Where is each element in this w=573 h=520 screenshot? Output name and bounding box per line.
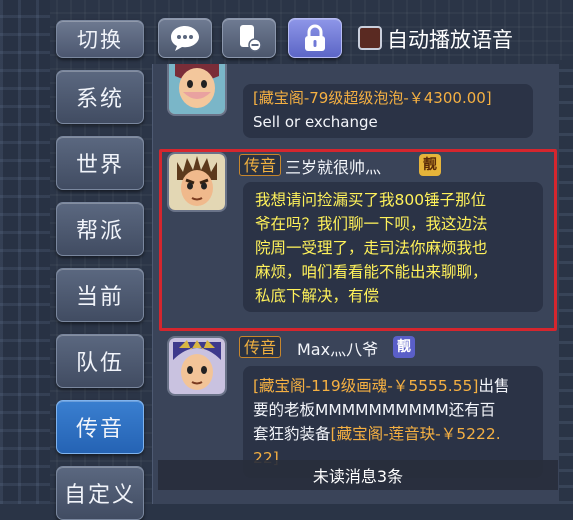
tab-guild[interactable]: 帮派 bbox=[56, 202, 144, 256]
item-link[interactable]: [藏宝阁-119级画魂-￥5555.55] bbox=[253, 377, 478, 395]
tab-custom[interactable]: 自定义 bbox=[56, 466, 144, 520]
chat-bubble-button[interactable] bbox=[158, 18, 212, 58]
item-link[interactable]: [藏宝阁-79级超级泡泡-￥4300.00] bbox=[253, 86, 523, 110]
clear-screen-button[interactable] bbox=[222, 18, 276, 58]
pretty-number-badge: 靓 bbox=[393, 336, 415, 358]
message-text: 出售 bbox=[478, 377, 510, 395]
avatar[interactable] bbox=[167, 64, 227, 116]
message-text: 套狂豹装备 bbox=[253, 425, 331, 443]
whisper-tag: 传音 bbox=[239, 336, 282, 358]
auto-play-voice-checkbox[interactable] bbox=[358, 26, 382, 50]
tab-system[interactable]: 系统 bbox=[56, 70, 144, 124]
tab-whisper[interactable]: 传音 bbox=[56, 400, 144, 454]
tab-switch[interactable]: 切换 bbox=[56, 20, 144, 58]
avatar[interactable] bbox=[167, 336, 227, 396]
lock-icon bbox=[305, 24, 325, 51]
tab-team[interactable]: 队伍 bbox=[56, 334, 144, 388]
unread-messages-bar[interactable]: 未读消息3条 bbox=[158, 460, 558, 490]
lock-scroll-button[interactable] bbox=[288, 18, 342, 58]
message-text: Sell or exchange bbox=[253, 113, 378, 131]
tab-world[interactable]: 世界 bbox=[56, 136, 144, 190]
clear-document-icon bbox=[240, 25, 262, 52]
message-text: 要的老板MMMMMMMMMM还有百 bbox=[253, 401, 496, 419]
left-border-pattern bbox=[0, 0, 50, 504]
highlight-frame bbox=[159, 149, 557, 331]
sender-name[interactable]: Max灬八爷 bbox=[297, 336, 378, 360]
item-link[interactable]: [藏宝阁-莲音玦-￥5222. bbox=[331, 425, 501, 443]
auto-play-voice-label: 自动播放语音 bbox=[387, 28, 513, 52]
chat-bubble-icon bbox=[171, 26, 199, 51]
tab-current[interactable]: 当前 bbox=[56, 268, 144, 322]
chat-message: [藏宝阁-79级超级泡泡-￥4300.00] Sell or exchange bbox=[243, 84, 533, 138]
